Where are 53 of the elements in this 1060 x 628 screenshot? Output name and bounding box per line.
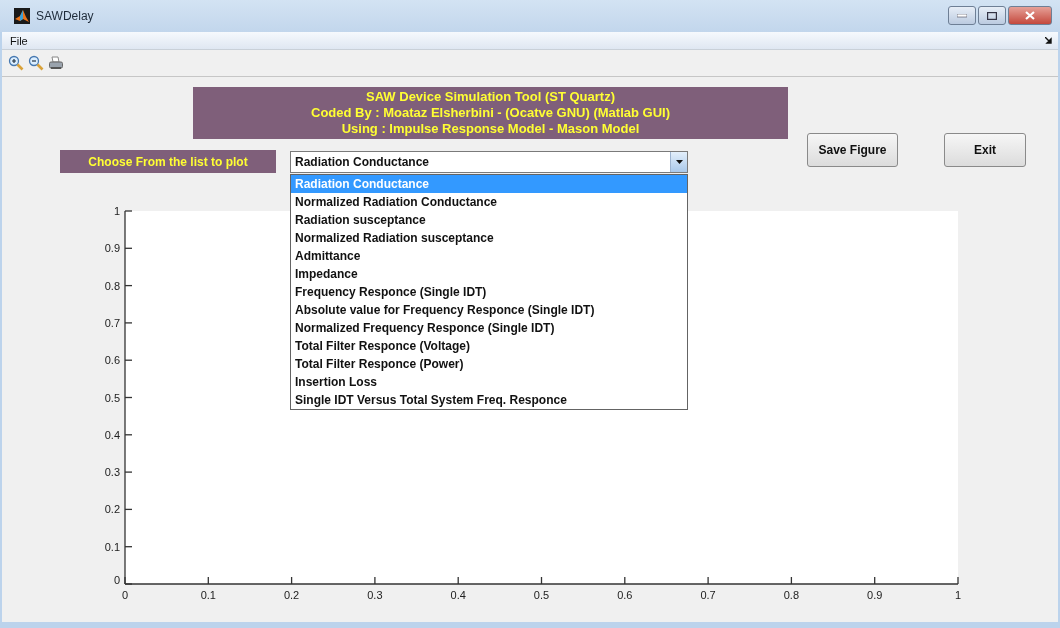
menu-item[interactable]: File xyxy=(10,34,28,47)
logo-icon xyxy=(14,8,30,24)
x-tick-label: 1 xyxy=(954,589,962,601)
plot-label: Choose From the list to plot xyxy=(60,150,276,173)
x-tick-label: 0.3 xyxy=(367,589,383,601)
y-tick-label: 0.2 xyxy=(104,503,120,516)
dock-arrow-icon[interactable] xyxy=(1045,37,1052,44)
x-tick-label: 0.5 xyxy=(533,589,550,601)
x-tick-label: 0.1 xyxy=(200,589,216,601)
y-tick-label: 0.3 xyxy=(104,466,120,479)
dropdown-option[interactable]: Total Filter Responce (Voltage) xyxy=(290,337,688,355)
x-tick-label: 0.4 xyxy=(450,589,466,601)
banner-text: Using : Impulse Response Model - Mason Model xyxy=(341,121,640,137)
y-tick-label: 0.9 xyxy=(104,242,120,255)
maximize-icon xyxy=(987,11,997,20)
dropdown-option[interactable]: Radiation susceptance xyxy=(290,211,688,229)
x-tick-label: 0.8 xyxy=(783,589,800,601)
dropdown-option[interactable]: Absolute value for Frequency Responce (Single IDT) xyxy=(290,301,688,319)
close-button[interactable] xyxy=(1008,6,1052,25)
x-tick-label: 0.9 xyxy=(867,589,883,601)
y-tick-label: 0 xyxy=(113,574,120,586)
dropdown-option[interactable]: Total Filter Responce (Power) xyxy=(290,355,688,373)
y-tick-label: 0.4 xyxy=(104,428,120,441)
zoom-out-icon[interactable] xyxy=(28,55,44,71)
exit-button[interactable]: Exit xyxy=(944,133,1026,167)
y-tick-label: 0.6 xyxy=(104,354,120,367)
window-title: SAWDelay xyxy=(36,9,94,23)
dropdown-option[interactable]: Single IDT Versus Total System Freq. Responce xyxy=(290,391,688,410)
x-tick-label: 0.2 xyxy=(283,589,300,601)
zoom-in-icon[interactable] xyxy=(8,55,24,71)
dropdown-option[interactable]: Frequency Responce (Single IDT) xyxy=(290,283,688,301)
maximize-button[interactable] xyxy=(978,6,1006,25)
save-figure-button[interactable]: Save Figure xyxy=(807,133,898,167)
plot-dropdown[interactable]: Radiation Conductance xyxy=(290,151,688,173)
y-tick-label: 0.5 xyxy=(104,391,120,404)
dropdown-option[interactable]: Impedance xyxy=(290,265,688,283)
dropdown-option[interactable]: Insertion Loss xyxy=(290,373,688,391)
dropdown-option[interactable]: Normalized Frequency Responce (Single IDT) xyxy=(290,319,688,337)
x-tick-label: 0.6 xyxy=(617,589,633,601)
banner-text: SAW Device Simulation Tool (ST Quartz) xyxy=(366,89,615,105)
dropdown-option[interactable]: Normalized Radiation susceptance xyxy=(290,229,688,247)
banner-text: Coded By : Moataz Elsherbini - (Ocatve GNU) (Matlab GUI) xyxy=(311,105,670,121)
x-tick-label: 0.7 xyxy=(700,589,716,601)
y-tick-label: 0.1 xyxy=(104,540,120,553)
x-tick-label: 0 xyxy=(121,589,129,601)
y-tick-label: 0.8 xyxy=(104,279,120,292)
y-tick-label: 1 xyxy=(113,205,120,217)
y-tick-label: 0.7 xyxy=(104,316,120,329)
dropdown-option[interactable]: Normalized Radiation Conductance xyxy=(290,193,688,211)
minimize-icon xyxy=(957,13,967,18)
printer-icon[interactable] xyxy=(48,55,64,71)
close-icon xyxy=(1025,11,1035,20)
dropdown-option[interactable]: Admittance xyxy=(290,247,688,265)
